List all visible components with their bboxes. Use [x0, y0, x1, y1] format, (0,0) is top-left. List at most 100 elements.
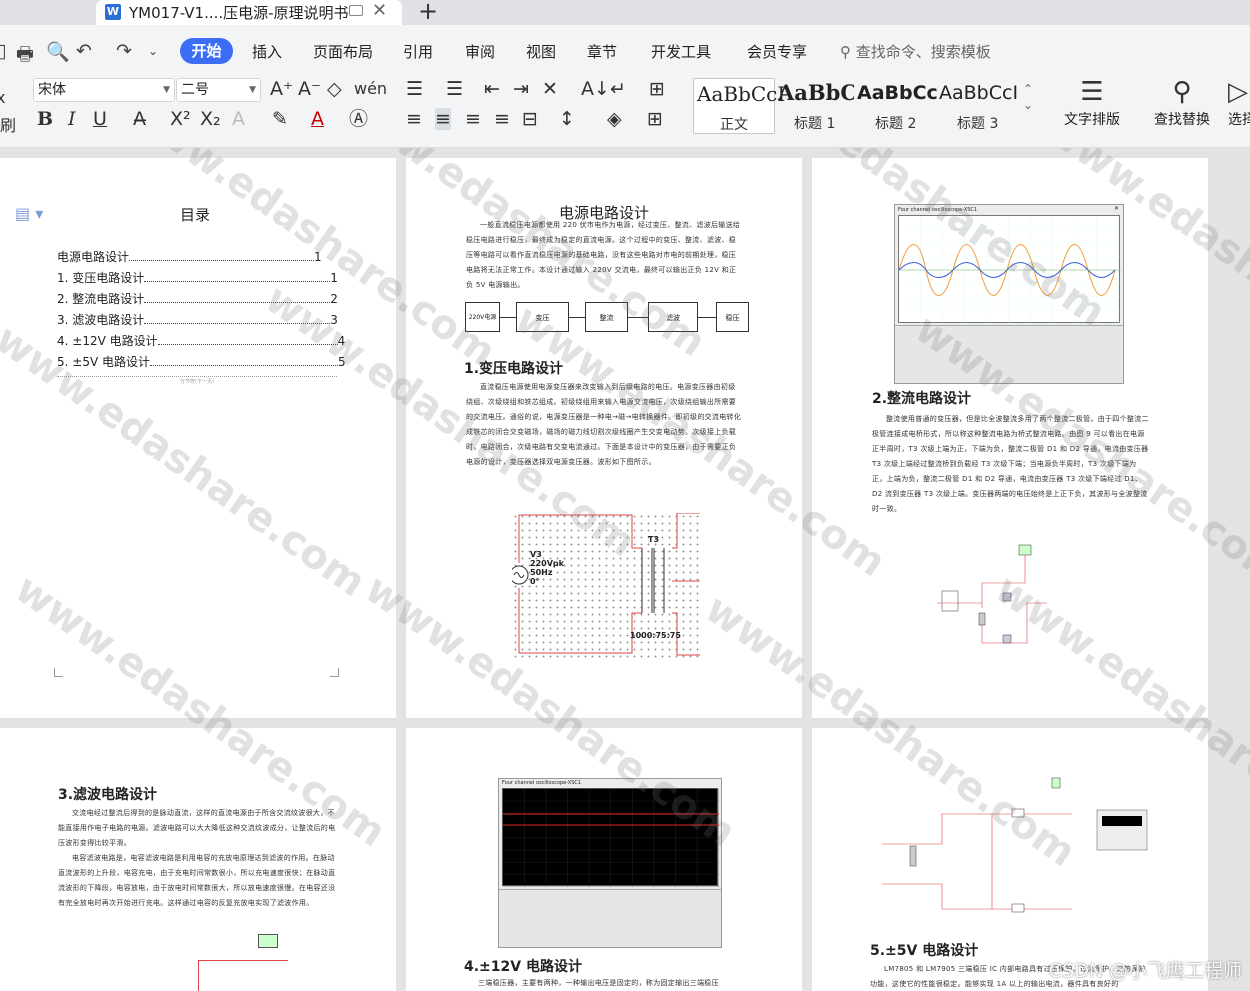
bullet-list-icon[interactable]: ☰ [406, 78, 423, 100]
new-tab-button[interactable]: + [418, 0, 438, 25]
show-marks-icon[interactable]: ↵ [610, 78, 626, 100]
find-replace-label: 查找替换 [1154, 112, 1210, 128]
chinese-layout-icon[interactable]: ✕ [542, 78, 558, 100]
command-search[interactable]: ⚲ 查找命令、搜索模板 [840, 41, 991, 62]
scope-controls[interactable] [895, 325, 1123, 383]
style-gallery: AaBbCcI 正文 AaBbC 标题 1 AaBbCc 标题 2 AaBbCc… [693, 78, 1037, 134]
format-painter-icon[interactable]: ⅹ [0, 87, 5, 109]
save-icon[interactable]: ▯ [0, 40, 6, 62]
justify-icon[interactable]: ≡ [494, 108, 510, 130]
pinyin-icon[interactable]: wén [354, 78, 387, 100]
section-heading-12v: 4.±12V 电路设计 [464, 959, 582, 975]
page-rectifier[interactable]: Four channel oscilloscope-XSC1 ✕ 2.整流电路设… [812, 158, 1208, 718]
toc-entry[interactable]: 2. 整流电路设计 2 [57, 290, 338, 307]
strikethrough-icon[interactable]: A̶ [133, 108, 146, 130]
menu-start[interactable]: 开始 [180, 38, 233, 64]
customize-chevron-icon[interactable]: ⌄ [148, 44, 158, 58]
margin-corner [54, 668, 63, 677]
font-size-value: 二号 [181, 82, 209, 98]
toc-entry[interactable]: 1. 变压电路设计 1 [57, 269, 338, 286]
toc-entry[interactable]: 3. 滤波电路设计 3 [57, 311, 338, 328]
page-filter[interactable]: 3.滤波电路设计 交流电经过整流后得到的是脉动直流，这样的直流电源由于所含交流纹… [0, 728, 396, 991]
credit-label: CSDN @小飞鹰工程师 [1048, 960, 1242, 982]
font-family-select[interactable]: 宋体 ▼ [33, 78, 175, 102]
menu-developer[interactable]: 开发工具 [651, 41, 711, 62]
scope-waveforms [898, 216, 1121, 324]
scope-title: Four channel oscilloscope-XSC1 [898, 207, 978, 213]
subscript-icon[interactable]: X₂ [200, 108, 221, 130]
distributed-icon[interactable]: ⊟ [522, 108, 538, 130]
select-button[interactable]: ▷ 选择 [1228, 75, 1250, 129]
highlight-icon[interactable]: ✎ [272, 108, 288, 130]
close-icon[interactable]: ✕ [1114, 205, 1119, 212]
style-heading-2[interactable]: AaBbCc 标题 2 [857, 78, 937, 134]
italic-icon[interactable]: I [68, 108, 76, 130]
shrink-font-icon[interactable]: A⁻ [298, 78, 321, 100]
redo-icon[interactable]: ↷ [116, 40, 132, 62]
menu-review[interactable]: 审阅 [465, 41, 495, 62]
menu-view[interactable]: 视图 [526, 41, 556, 62]
source-label: V3 220Vpk 50Hz 0° [530, 550, 564, 586]
borders-icon[interactable]: ⊞ [647, 108, 663, 130]
underline-icon[interactable]: U [93, 108, 107, 130]
menu-page-layout[interactable]: 页面布局 [313, 41, 373, 62]
text-effect-icon[interactable]: A [232, 108, 245, 130]
page-5v[interactable]: 5.±5V 电路设计 LM7805 和 LM7905 三端稳压 IC 内部电路具… [812, 728, 1208, 991]
bold-icon[interactable]: B [37, 108, 53, 130]
style-heading-3[interactable]: AaBbCcI 标题 3 [939, 78, 1019, 134]
close-tab-icon[interactable]: ✕ [372, 0, 387, 21]
oscilloscope-window[interactable]: Four channel oscilloscope-XSC1 [498, 778, 722, 948]
rectifier-paragraph: 整流使用普通的变压器，但是比全波整流多用了两个整流二极管。由于四个整流二极管连接… [872, 415, 1149, 513]
print-icon[interactable]: 🖶 [16, 40, 34, 72]
align-right-icon[interactable]: ≡ [465, 108, 481, 130]
page-12v[interactable]: Four channel oscilloscope-XSC1 4.±12V 电路… [406, 728, 802, 991]
ribbon-toolbar: ⅹ 刷 宋体 ▼ 二号 ▼ A⁺ A⁻ ◇ wén B I U A̶ X² X₂ A… [0, 75, 1250, 148]
command-search-placeholder: 查找命令、搜索模板 [855, 43, 991, 61]
shading-icon[interactable]: ◈ [607, 108, 622, 130]
char-border-icon[interactable]: Ⓐ [349, 108, 368, 130]
find-replace-button[interactable]: ⚲ 查找替换 [1145, 75, 1219, 129]
align-center-icon[interactable]: ≡ [435, 108, 451, 130]
navigation-icon[interactable]: ▤ ▾ [15, 204, 43, 223]
line-spacing-icon[interactable]: ↕ [559, 108, 575, 130]
menu-member[interactable]: 会员专享 [747, 41, 807, 62]
arrow [628, 317, 648, 318]
search-icon: ⚲ [840, 43, 856, 61]
monitor-icon[interactable] [349, 5, 363, 16]
menu-chapter[interactable]: 章节 [587, 41, 617, 62]
select-label: 选择 [1228, 112, 1250, 128]
filter-paragraph-1: 交流电经过整流后得到的是脉动直流，这样的直流电源由于所含交流纹波很大，不能直接用… [58, 809, 336, 847]
block-power: 220V电源 [465, 302, 500, 332]
grow-font-icon[interactable]: A⁺ [270, 78, 293, 100]
scope-controls[interactable] [499, 889, 721, 947]
clear-format-icon[interactable]: ◇ [327, 78, 342, 100]
sort-icon[interactable]: A↓ [581, 78, 610, 100]
print-preview-icon[interactable]: 🔍 [46, 40, 70, 63]
table-tools-icon[interactable]: ⊞ [649, 78, 665, 100]
page-toc[interactable]: ▤ ▾ 目录 电源电路设计 1 1. 变压电路设计 1 2. 整流电路设计 2 3. … [0, 158, 396, 718]
style-heading-1[interactable]: AaBbC 标题 1 [778, 78, 854, 134]
align-left-icon[interactable]: ≡ [406, 108, 422, 130]
font-color-icon[interactable]: A [311, 108, 324, 130]
toc-entry[interactable]: 4. ±12V 电路设计 4 [57, 332, 345, 349]
toc-entry[interactable]: 5. ±5V 电路设计 5 [57, 353, 346, 370]
menu-insert[interactable]: 插入 [252, 41, 282, 62]
text-layout-button[interactable]: ☰ 文字排版 [1055, 75, 1129, 129]
numbered-list-icon[interactable]: ☰ [446, 78, 463, 100]
increase-indent-icon[interactable]: ⇥ [513, 78, 529, 100]
oscilloscope-window[interactable]: Four channel oscilloscope-XSC1 ✕ [894, 204, 1124, 384]
superscript-icon[interactable]: X² [170, 108, 191, 130]
style-normal[interactable]: AaBbCcI 正文 [693, 78, 785, 134]
format-painter-label[interactable]: 刷 [0, 115, 16, 137]
rectifier-wires [937, 544, 1047, 644]
page-power-circuit[interactable]: 电源电路设计 一般直流稳压电源都使用 220 伏市电作为电源，经过变压、整流、滤… [406, 158, 802, 718]
font-size-select[interactable]: 二号 ▼ [176, 78, 261, 102]
document-tab[interactable]: W YM017-V1....压电源-原理说明书 ✕ [96, 0, 402, 25]
gallery-scroll-down-icon[interactable]: ⌄ [1023, 94, 1033, 116]
undo-icon[interactable]: ↶ [76, 40, 92, 62]
transformer-label: T3 [648, 535, 660, 544]
toc-entry[interactable]: 电源电路设计 1 [57, 248, 337, 265]
menu-reference[interactable]: 引用 [403, 41, 433, 62]
document-workspace[interactable]: ▤ ▾ 目录 电源电路设计 1 1. 变压电路设计 1 2. 整流电路设计 2 3. … [0, 148, 1250, 991]
decrease-indent-icon[interactable]: ⇤ [484, 78, 500, 100]
